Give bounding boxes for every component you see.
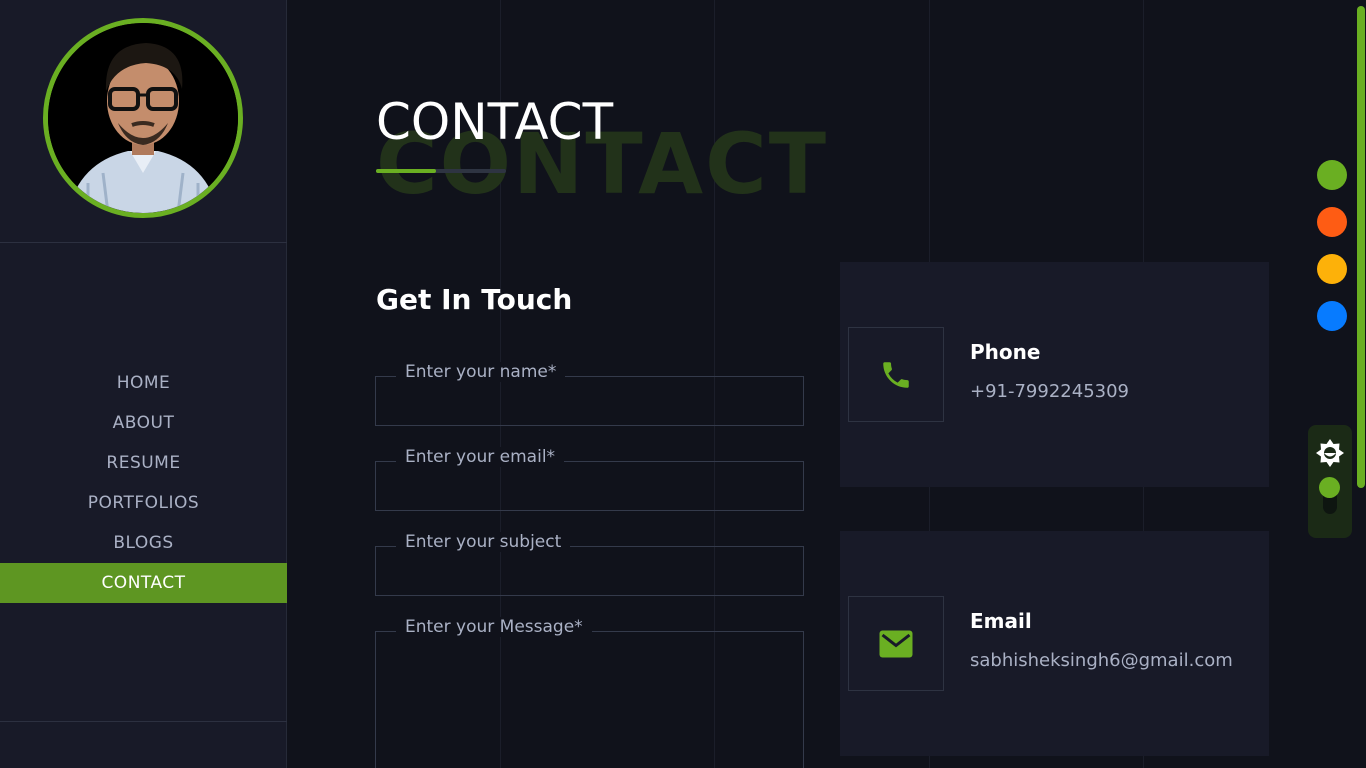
phone-icon-box <box>848 327 944 422</box>
message-field[interactable]: Enter your Message* <box>375 617 804 768</box>
sidebar-divider <box>0 721 287 722</box>
name-field[interactable]: Enter your name* <box>375 362 804 426</box>
name-field-label: Enter your name* <box>396 362 566 382</box>
email-card: Email sabhisheksingh6@gmail.com <box>840 531 1269 756</box>
section-subtitle: Get In Touch <box>376 283 573 316</box>
mail-icon-box <box>848 596 944 691</box>
theme-toggle-knob[interactable] <box>1319 477 1340 498</box>
title-underline-accent <box>376 169 436 173</box>
nav-item-portfolios[interactable]: PORTFOLIOS <box>0 483 287 523</box>
color-option-orange[interactable] <box>1317 207 1347 237</box>
profile-photo <box>48 23 238 213</box>
sidebar-divider <box>0 242 287 243</box>
nav-item-resume[interactable]: RESUME <box>0 443 287 483</box>
nav-item-blogs[interactable]: BLOGS <box>0 523 287 563</box>
color-option-green[interactable] <box>1317 160 1347 190</box>
phone-card: Phone +91-7992245309 <box>840 262 1269 487</box>
nav-item-contact[interactable]: CONTACT <box>0 563 287 603</box>
phone-icon <box>883 361 909 388</box>
phone-value[interactable]: +91-7992245309 <box>970 381 1129 402</box>
email-title: Email <box>970 609 1032 633</box>
subject-field[interactable]: Enter your subject <box>375 532 804 596</box>
nav-item-about[interactable]: ABOUT <box>0 403 287 443</box>
subject-field-label: Enter your subject <box>396 532 571 552</box>
avatar[interactable] <box>43 18 243 218</box>
email-field-label: Enter your email* <box>396 447 565 467</box>
email-value[interactable]: sabhisheksingh6@gmail.com <box>970 650 1233 671</box>
main-nav: HOME ABOUT RESUME PORTFOLIOS BLOGS CONTA… <box>0 363 287 603</box>
mail-icon <box>879 630 913 657</box>
phone-title: Phone <box>970 340 1041 364</box>
sidebar: HOME ABOUT RESUME PORTFOLIOS BLOGS CONTA… <box>0 0 287 768</box>
nav-item-home[interactable]: HOME <box>0 363 287 403</box>
message-field-label: Enter your Message* <box>396 617 592 637</box>
page-title: CONTACT <box>376 93 614 151</box>
sun-icon[interactable] <box>1315 438 1345 468</box>
theme-toggle-panel[interactable] <box>1308 425 1352 538</box>
scrollbar-thumb[interactable] <box>1357 6 1365 488</box>
color-option-blue[interactable] <box>1317 301 1347 331</box>
color-option-yellow[interactable] <box>1317 254 1347 284</box>
email-field[interactable]: Enter your email* <box>375 447 804 511</box>
